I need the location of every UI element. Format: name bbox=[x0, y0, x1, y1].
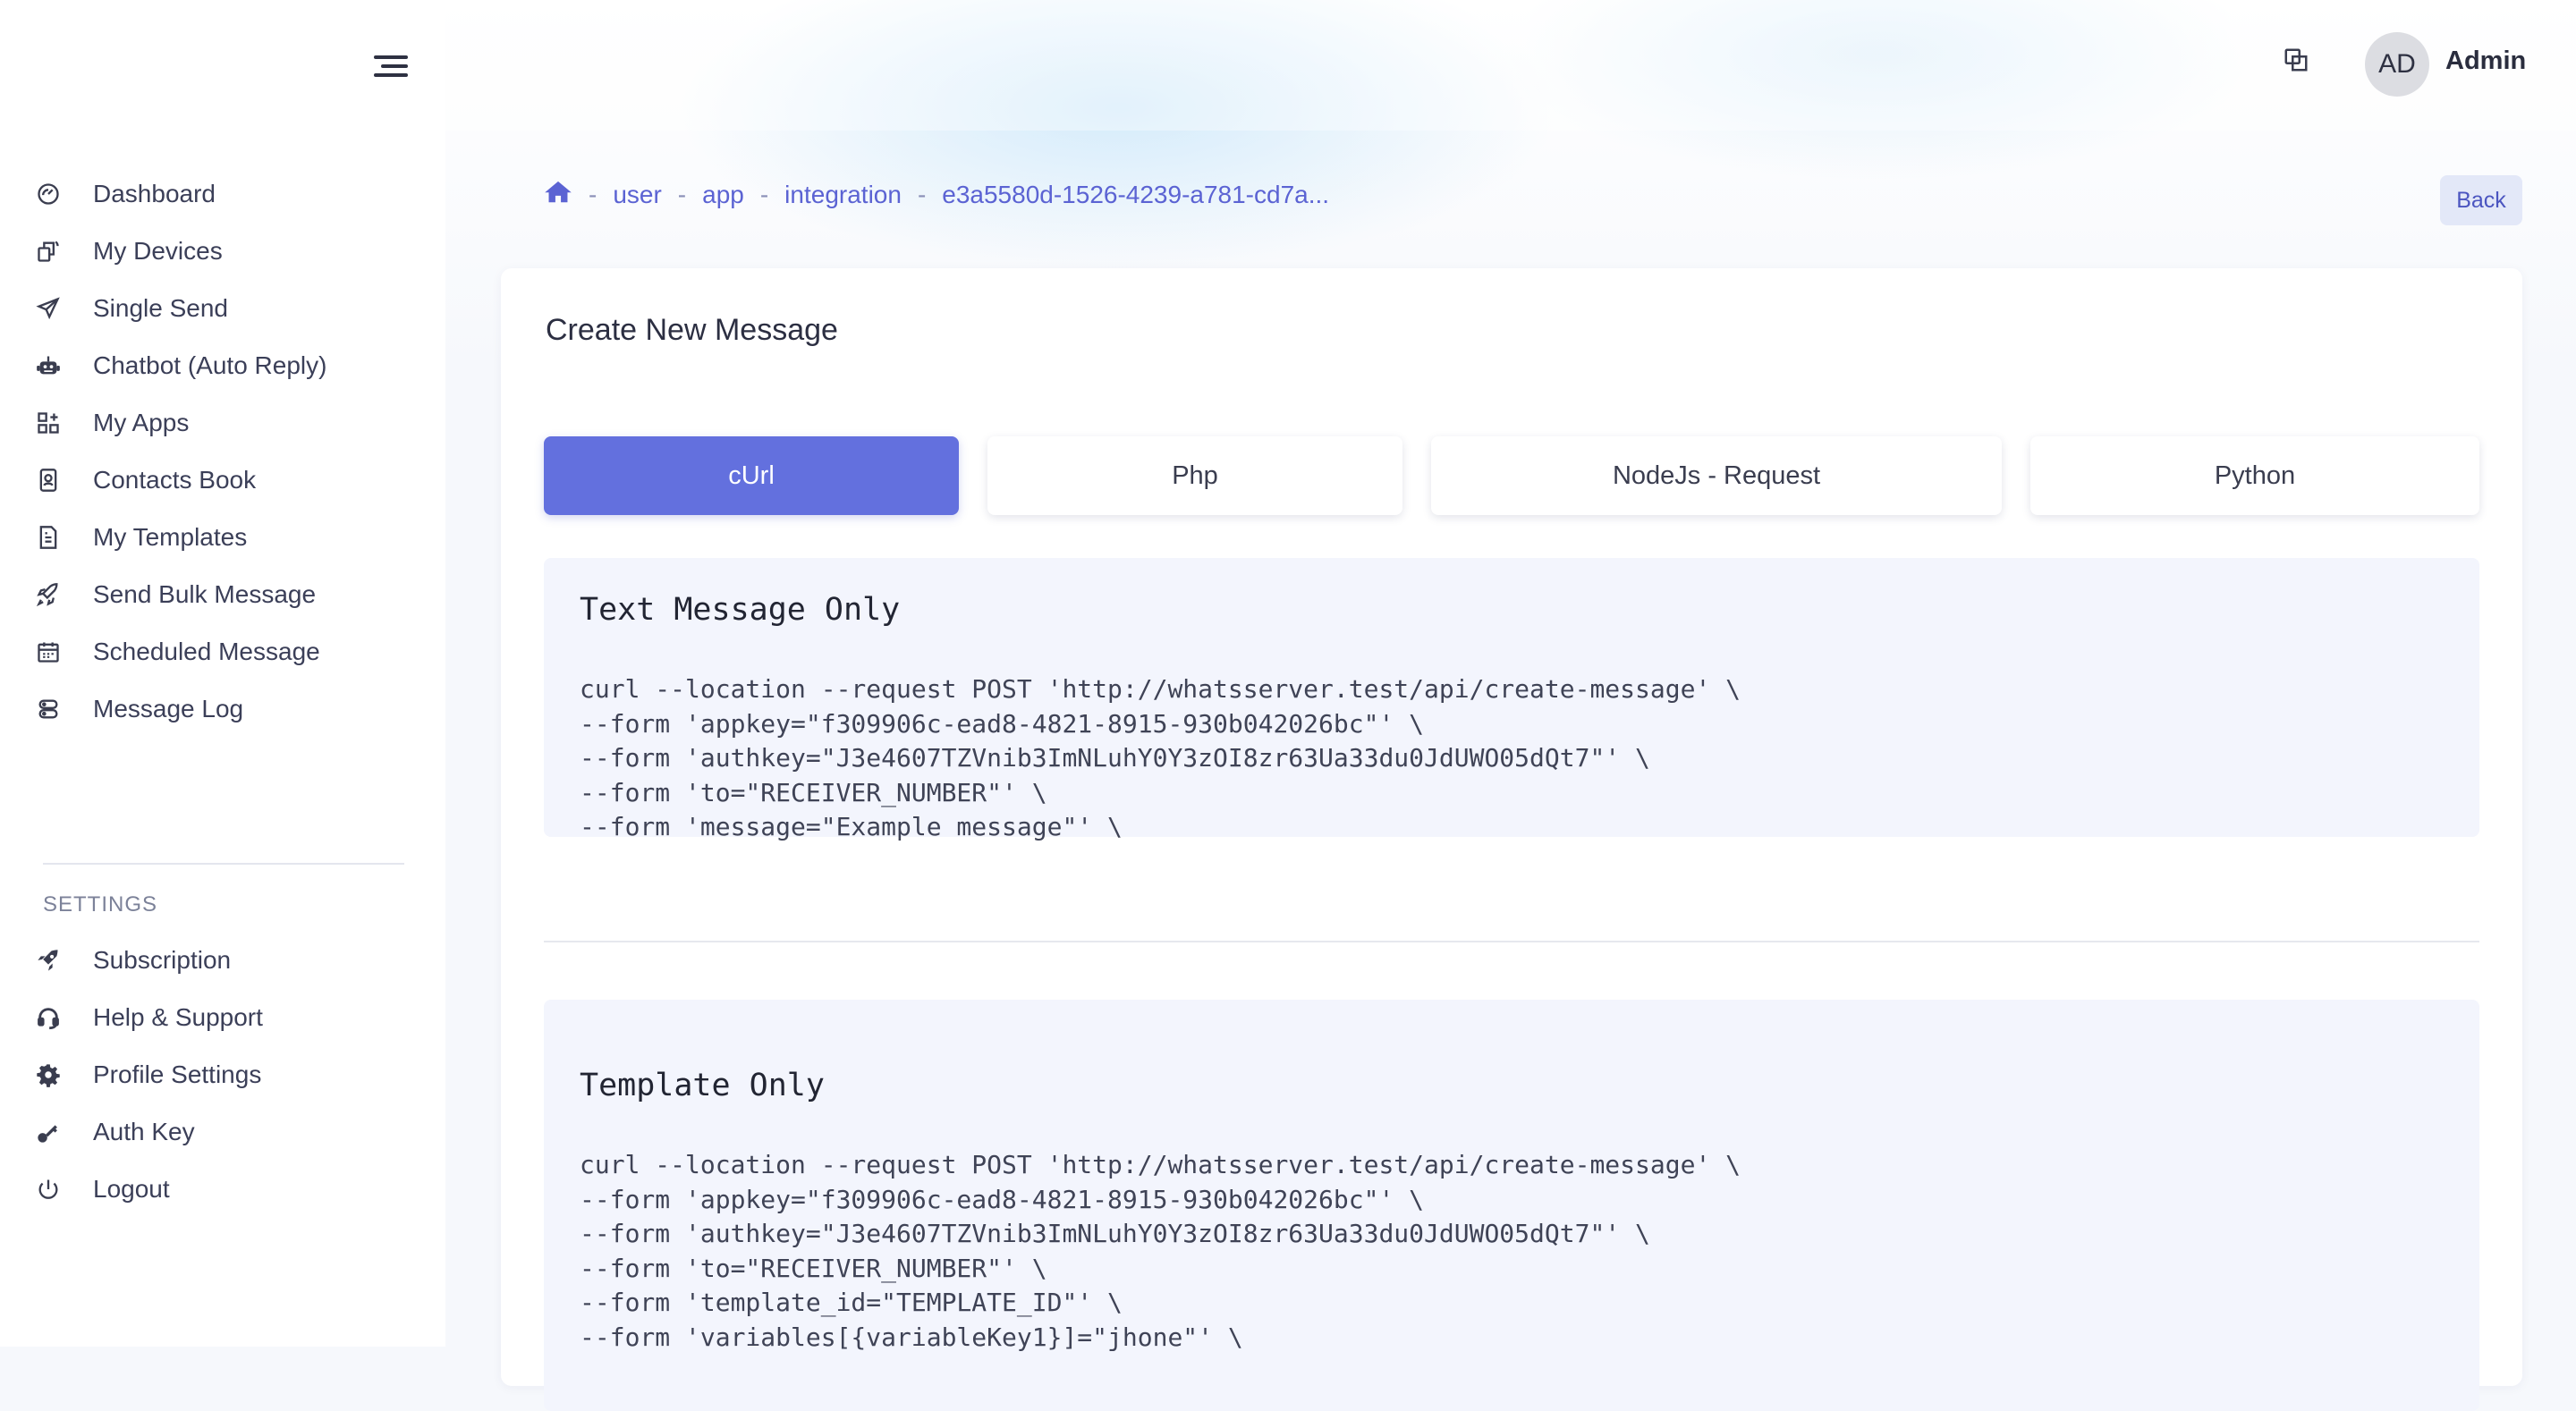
breadcrumb-separator: - bbox=[759, 180, 769, 208]
sidebar-item-label: Scheduled Message bbox=[93, 638, 320, 665]
sidebar-item-label: Profile Settings bbox=[93, 1060, 262, 1088]
code-block-template: Template Only curl --location --request … bbox=[544, 1000, 2479, 1411]
tab-nodejs-request[interactable]: NodeJs - Request bbox=[1431, 436, 2002, 515]
sidebar-item-help-support[interactable]: Help & Support bbox=[34, 993, 410, 1042]
sidebar: Dashboard My Devices Single Send Chatbot… bbox=[0, 0, 445, 1347]
section-divider bbox=[544, 941, 2479, 942]
sidebar-item-subscription[interactable]: Subscription bbox=[34, 936, 410, 984]
card-title: Create New Message bbox=[546, 313, 838, 347]
code-block-title: Template Only bbox=[580, 1068, 825, 1103]
sidebar-item-send-bulk-message[interactable]: Send Bulk Message bbox=[34, 570, 410, 619]
breadcrumb: - user - app - integration - e3a5580d-15… bbox=[544, 179, 1329, 210]
gauge-icon bbox=[34, 180, 63, 208]
code-snippet[interactable]: curl --location --request POST 'http://w… bbox=[580, 672, 1741, 845]
sidebar-item-my-devices[interactable]: My Devices bbox=[34, 227, 410, 275]
sidebar-item-logout[interactable]: Logout bbox=[34, 1165, 410, 1213]
menu-toggle-icon[interactable] bbox=[369, 50, 408, 82]
robot-icon bbox=[34, 351, 63, 380]
window-toggle-icon[interactable] bbox=[2283, 46, 2315, 79]
settings-heading: SETTINGS bbox=[43, 892, 158, 917]
code-block-text-message: Text Message Only curl --location --requ… bbox=[544, 558, 2479, 841]
breadcrumb-separator: - bbox=[677, 180, 687, 208]
breadcrumb-user[interactable]: user bbox=[613, 181, 661, 209]
power-icon bbox=[34, 1175, 63, 1204]
devices-icon bbox=[34, 237, 63, 266]
sidebar-item-scheduled-message[interactable]: Scheduled Message bbox=[34, 628, 410, 676]
sidebar-item-label: My Templates bbox=[93, 523, 248, 551]
sidebar-item-label: Dashboard bbox=[93, 180, 216, 207]
sidebar-item-label: Chatbot (Auto Reply) bbox=[93, 351, 327, 379]
calendar-icon bbox=[34, 638, 63, 666]
sidebar-item-single-send[interactable]: Single Send bbox=[34, 284, 410, 333]
sidebar-item-contacts-book[interactable]: Contacts Book bbox=[34, 456, 410, 504]
avatar[interactable]: AD bbox=[2365, 32, 2429, 97]
sidebar-item-my-apps[interactable]: My Apps bbox=[34, 399, 410, 447]
sidebar-item-dashboard[interactable]: Dashboard bbox=[34, 170, 410, 218]
home-icon[interactable] bbox=[544, 179, 572, 210]
back-button[interactable]: Back bbox=[2440, 175, 2522, 225]
code-snippet[interactable]: curl --location --request POST 'http://w… bbox=[580, 1148, 1741, 1355]
breadcrumb-app-id[interactable]: e3a5580d-1526-4239-a781-cd7a... bbox=[942, 181, 1329, 209]
sidebar-item-my-templates[interactable]: My Templates bbox=[34, 513, 410, 562]
sidebar-item-chatbot[interactable]: Chatbot (Auto Reply) bbox=[34, 342, 410, 390]
sidebar-divider bbox=[43, 863, 404, 865]
sidebar-item-label: Help & Support bbox=[93, 1003, 263, 1031]
headset-icon bbox=[34, 1003, 63, 1032]
sidebar-item-label: Contacts Book bbox=[93, 466, 257, 494]
rocket-badge-icon bbox=[34, 946, 63, 975]
tab-php[interactable]: Php bbox=[987, 436, 1402, 515]
sidebar-item-label: My Apps bbox=[93, 409, 190, 436]
sidebar-item-profile-settings[interactable]: Profile Settings bbox=[34, 1051, 410, 1099]
breadcrumb-integration[interactable]: integration bbox=[784, 181, 902, 209]
paper-plane-icon bbox=[34, 294, 63, 323]
sidebar-item-label: Single Send bbox=[93, 294, 229, 322]
tab-curl[interactable]: cUrl bbox=[544, 436, 959, 515]
sidebar-item-label: Logout bbox=[93, 1175, 170, 1203]
log-icon bbox=[34, 695, 63, 723]
sidebar-item-label: Auth Key bbox=[93, 1118, 195, 1145]
admin-name[interactable]: Admin bbox=[2445, 46, 2526, 76]
tab-python[interactable]: Python bbox=[2030, 436, 2479, 515]
breadcrumb-separator: - bbox=[589, 180, 597, 208]
sidebar-item-label: Message Log bbox=[93, 695, 244, 722]
code-block-title: Text Message Only bbox=[580, 592, 901, 628]
sidebar-item-label: My Devices bbox=[93, 237, 223, 265]
template-doc-icon bbox=[34, 523, 63, 552]
sidebar-item-label: Send Bulk Message bbox=[93, 580, 317, 608]
breadcrumb-app[interactable]: app bbox=[702, 181, 744, 209]
create-message-card: Create New Message cUrl Php NodeJs - Req… bbox=[501, 268, 2522, 1411]
contacts-book-icon bbox=[34, 466, 63, 494]
sidebar-item-message-log[interactable]: Message Log bbox=[34, 685, 410, 733]
gear-icon bbox=[34, 1060, 63, 1089]
breadcrumb-separator: - bbox=[917, 180, 927, 208]
rocket-icon bbox=[34, 580, 63, 609]
sidebar-item-label: Subscription bbox=[93, 946, 232, 974]
apps-grid-icon bbox=[34, 409, 63, 437]
key-icon bbox=[34, 1118, 63, 1146]
sidebar-item-auth-key[interactable]: Auth Key bbox=[34, 1108, 410, 1156]
